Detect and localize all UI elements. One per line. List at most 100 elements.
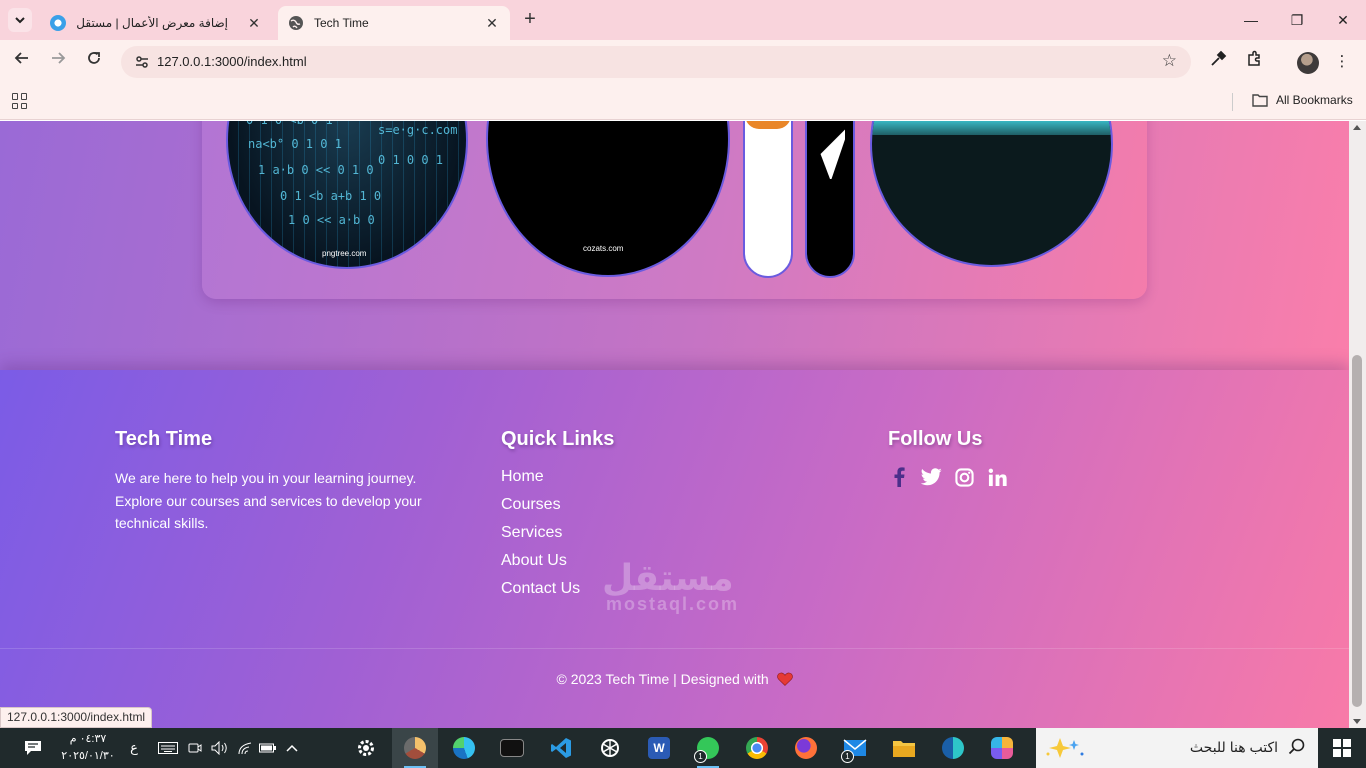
chrome-dev-app[interactable]: [392, 728, 438, 768]
url-text[interactable]: 127.0.0.1:3000/index.html: [157, 54, 307, 69]
tab-mostaql[interactable]: إضافة معرض الأعمال | مستقل ✕: [40, 6, 272, 40]
mostaql-favicon-icon: [50, 15, 66, 31]
bookmarks-bar: All Bookmarks: [0, 84, 1366, 120]
more-menu-icon[interactable]: ⋮: [1330, 50, 1354, 74]
taskbar-search[interactable]: اكتب هنا للبحث: [1036, 728, 1318, 768]
reload-button[interactable]: [82, 50, 106, 74]
tab-tech-time[interactable]: Tech Time ✕: [278, 6, 510, 40]
gallery-image-suit-figure[interactable]: [805, 121, 855, 278]
browser-tab-strip: إضافة معرض الأعمال | مستقل ✕ Tech Time ✕…: [0, 0, 1366, 40]
start-button[interactable]: [1318, 728, 1366, 768]
scroll-up-arrow-icon[interactable]: [1353, 125, 1361, 130]
tab-search-button[interactable]: [8, 8, 32, 32]
tab-title: إضافة معرض الأعمال | مستقل: [76, 16, 228, 30]
globe-icon: [288, 15, 304, 31]
site-info-icon[interactable]: [133, 53, 151, 71]
footer-link-home[interactable]: Home: [501, 467, 614, 495]
windows-taskbar: ٠٤:٣٧ م ٢٠٢٥/٠١/٣٠ ع W 1 1 اكتب هنا للبح…: [0, 728, 1366, 768]
extensions-icon[interactable]: [1242, 50, 1266, 74]
clock-time: ٠٤:٣٧ م: [69, 733, 107, 745]
system-clock[interactable]: ٠٤:٣٧ م ٢٠٢٥/٠١/٣٠: [58, 731, 118, 765]
whatsapp-app[interactable]: 1: [685, 728, 731, 768]
footer-follow: Follow Us: [888, 428, 1008, 489]
mail-app[interactable]: 1: [832, 728, 878, 768]
back-button[interactable]: [10, 50, 34, 74]
close-window-button[interactable]: ✕: [1331, 8, 1355, 32]
folder-icon: [1252, 94, 1268, 107]
image-watermark: pngtree.com: [322, 249, 367, 258]
new-tab-button[interactable]: +: [518, 8, 542, 32]
image-watermark: cozats.com: [583, 244, 624, 253]
all-bookmarks-label: All Bookmarks: [1276, 93, 1353, 107]
settings-app[interactable]: [343, 728, 389, 768]
apps-grid-icon[interactable]: [12, 93, 28, 109]
meet-now-icon[interactable]: [186, 728, 204, 768]
chrome-app[interactable]: [734, 728, 780, 768]
search-placeholder: اكتب هنا للبحث: [1189, 739, 1278, 755]
vscode-app[interactable]: [538, 728, 584, 768]
mostaql-watermark: مستقل: [602, 558, 734, 599]
close-tab-icon[interactable]: ✕: [246, 15, 262, 32]
edge-app[interactable]: [441, 728, 487, 768]
bookmark-star-icon[interactable]: ☆: [1162, 51, 1177, 71]
heart-icon: [776, 672, 793, 686]
copilot-app[interactable]: [979, 728, 1025, 768]
chevron-down-icon: [15, 17, 25, 24]
volume-icon[interactable]: [210, 728, 230, 768]
restore-button[interactable]: ❐: [1285, 8, 1309, 32]
screen: إضافة معرض الأعمال | مستقل ✕ Tech Time ✕…: [0, 0, 1366, 768]
footer-link-services[interactable]: Services: [501, 523, 614, 551]
profile-avatar[interactable]: [1297, 52, 1319, 74]
sparkles-icon: [1046, 738, 1084, 758]
gallery-image-white-figure[interactable]: [743, 121, 793, 278]
page-viewport: 0 1 0 <b 0 1 na<b° 0 1 0 1 1 a·b 0 << 0 …: [0, 121, 1349, 728]
copyright-text: © 2023 Tech Time | Designed with: [556, 671, 769, 687]
scrollbar-thumb[interactable]: [1352, 355, 1362, 707]
word-app[interactable]: W: [636, 728, 682, 768]
eyedropper-icon[interactable]: [1206, 50, 1230, 74]
battery-icon[interactable]: [258, 728, 278, 768]
clock-date: ٢٠٢٥/٠١/٣٠: [61, 750, 115, 762]
twitter-icon[interactable]: [921, 465, 942, 489]
site-footer: Tech Time We are here to help you in you…: [0, 370, 1349, 728]
bookmarks-separator: [1232, 93, 1233, 111]
file-explorer-app[interactable]: [881, 728, 927, 768]
notification-badge: 1: [694, 750, 707, 763]
browser-toolbar: 127.0.0.1:3000/index.html ☆ ⋮: [0, 40, 1366, 84]
footer-links-heading: Quick Links: [501, 428, 615, 450]
reload-icon: [88, 52, 100, 64]
scroll-down-arrow-icon[interactable]: [1353, 719, 1361, 724]
footer-follow-heading: Follow Us: [888, 428, 983, 450]
instagram-icon[interactable]: [954, 465, 975, 489]
show-hidden-icons-icon[interactable]: [284, 728, 300, 768]
search-icon: [1288, 738, 1305, 755]
linkedin-icon[interactable]: [987, 465, 1008, 489]
tab-title: Tech Time: [314, 16, 369, 30]
footer-link-contact[interactable]: Contact Us: [501, 579, 614, 607]
language-indicator[interactable]: ع: [126, 728, 142, 768]
address-bar[interactable]: 127.0.0.1:3000/index.html ☆: [121, 46, 1191, 78]
edge-beta-app[interactable]: [930, 728, 976, 768]
status-url-bubble: 127.0.0.1:3000/index.html: [0, 707, 153, 728]
footer-quick-links: Quick Links Home Courses Services About …: [501, 428, 614, 607]
close-tab-icon[interactable]: ✕: [484, 15, 500, 32]
firefox-app[interactable]: [783, 728, 829, 768]
facebook-icon[interactable]: [888, 465, 909, 489]
footer-link-courses[interactable]: Courses: [501, 495, 614, 523]
keyboard-icon[interactable]: [156, 728, 180, 768]
network-icon[interactable]: [236, 728, 254, 768]
chatgpt-app[interactable]: [587, 728, 633, 768]
footer-link-about[interactable]: About Us: [501, 551, 614, 579]
terminal-app[interactable]: [489, 728, 535, 768]
footer-about-heading: Tech Time: [115, 428, 213, 450]
mostaql-watermark-url: mostaql.com: [606, 594, 740, 614]
forward-button[interactable]: [46, 50, 70, 74]
arrow-left-icon: [14, 52, 28, 64]
notifications-icon[interactable]: [20, 728, 46, 768]
page-scrollbar[interactable]: [1349, 121, 1366, 728]
minimize-button[interactable]: —: [1239, 8, 1263, 32]
all-bookmarks-button[interactable]: All Bookmarks: [1252, 93, 1353, 107]
notification-badge: 1: [841, 750, 854, 763]
arrow-right-icon: [52, 52, 66, 64]
footer-about: Tech Time We are here to help you in you…: [115, 428, 435, 535]
